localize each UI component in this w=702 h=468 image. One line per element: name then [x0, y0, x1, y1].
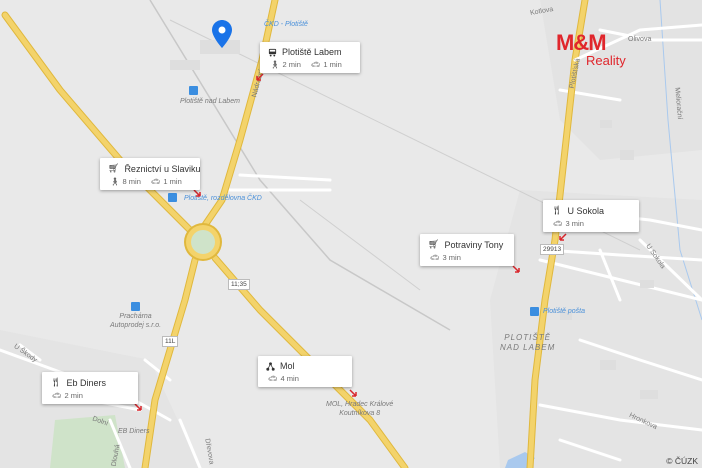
- fuel-network-icon: [266, 361, 275, 371]
- map-label-prachnik: Prachárna Autoprodej s.r.o.: [110, 313, 162, 329]
- poi-card-eb-diners[interactable]: 🍴︎ Eb Diners 🚗︎ 2 min: [42, 372, 138, 404]
- poi-marker-arrow-icon[interactable]: [255, 72, 265, 82]
- car-time: 3 min: [565, 219, 584, 228]
- poi-card-plotiste-labem[interactable]: Plotiště Labem 🚶︎ 2 min 🚗︎ 1 min: [260, 42, 360, 73]
- bus-icon: [268, 48, 277, 57]
- car-icon: 🚗︎: [430, 253, 440, 262]
- walk-time: 2 min: [282, 60, 301, 69]
- logo-main: M&M: [556, 30, 607, 55]
- brand-logo: M&M Reality: [556, 32, 646, 80]
- car-icon: 🚗︎: [52, 391, 62, 400]
- poi-card-potraviny-tony[interactable]: 🛒︎ Potraviny Tony 🚗︎ 3 min: [420, 234, 514, 266]
- map-label-cd-plotiste: ČKD - Plotiště: [264, 21, 308, 28]
- location-pin-icon[interactable]: [212, 20, 232, 48]
- walk-icon: 🚶︎: [270, 60, 280, 69]
- poi-title: Potraviny Tony: [444, 239, 504, 250]
- poi-title: Plotiště Labem: [282, 47, 342, 57]
- poi-card-u-sokola[interactable]: 🍴︎ U Sokola 🚗︎ 3 min: [543, 200, 639, 232]
- walk-time: 8 min: [122, 177, 141, 186]
- bus-stop-icon[interactable]: [189, 86, 198, 95]
- bus-stop-icon[interactable]: [131, 302, 140, 311]
- logo-sub: Reality: [586, 53, 626, 68]
- map-label-mol: MOL, Hradec Králové Koutníkova 8: [326, 401, 394, 417]
- car-time: 2 min: [64, 391, 83, 400]
- car-time: 1 min: [163, 177, 182, 186]
- car-icon: 🚗︎: [310, 60, 321, 69]
- bus-stop-icon[interactable]: [530, 307, 539, 316]
- poi-title: Řeznictví u Slaviku: [124, 163, 201, 174]
- car-time: 3 min: [442, 253, 461, 262]
- poi-title: Mol: [280, 361, 295, 371]
- car-time: 1 min: [323, 60, 342, 69]
- town-label: PLOTIŠTĚ NAD LABEM: [500, 333, 556, 352]
- walk-icon: 🚶︎: [110, 177, 120, 186]
- poi-card-reznictvi[interactable]: 🛒︎ Řeznictví u Slaviku 🚶︎ 8 min 🚗︎ 1 min: [100, 158, 200, 190]
- poi-title: U Sokola: [567, 205, 604, 216]
- car-icon: 🚗︎: [150, 177, 161, 186]
- map-label-plotiste-posta: Plotiště pošta: [543, 308, 586, 315]
- road-number-badge: 29913: [540, 244, 565, 255]
- bus-stop-icon[interactable]: [168, 193, 177, 202]
- poi-card-mol[interactable]: Mol 🚗︎ 4 min: [258, 356, 352, 387]
- car-icon: 🚗︎: [553, 219, 563, 228]
- car-time: 4 min: [280, 374, 299, 383]
- restaurant-icon: 🍴︎: [551, 205, 563, 215]
- road-number-badge: 11L: [162, 336, 179, 347]
- map-label-eb-diners: EB Diners: [118, 428, 150, 435]
- poi-title: Eb Diners: [66, 377, 106, 388]
- shopping-cart-icon: 🛒︎: [108, 163, 120, 173]
- poi-marker-arrow-icon[interactable]: [348, 388, 358, 398]
- map-attribution: © ČÚZK: [666, 456, 698, 466]
- car-icon: 🚗︎: [268, 374, 278, 383]
- map-label-plotiste-stop: Plotiště nad Labem: [180, 98, 240, 105]
- poi-marker-arrow-icon[interactable]: [558, 232, 568, 242]
- restaurant-icon: 🍴︎: [50, 377, 62, 387]
- map-canvas[interactable]: ČKD - Plotiště Plotiště nad Labem Plotiš…: [0, 0, 702, 468]
- road-number-badge: 11;35: [228, 279, 250, 290]
- shopping-cart-icon: 🛒︎: [428, 239, 440, 249]
